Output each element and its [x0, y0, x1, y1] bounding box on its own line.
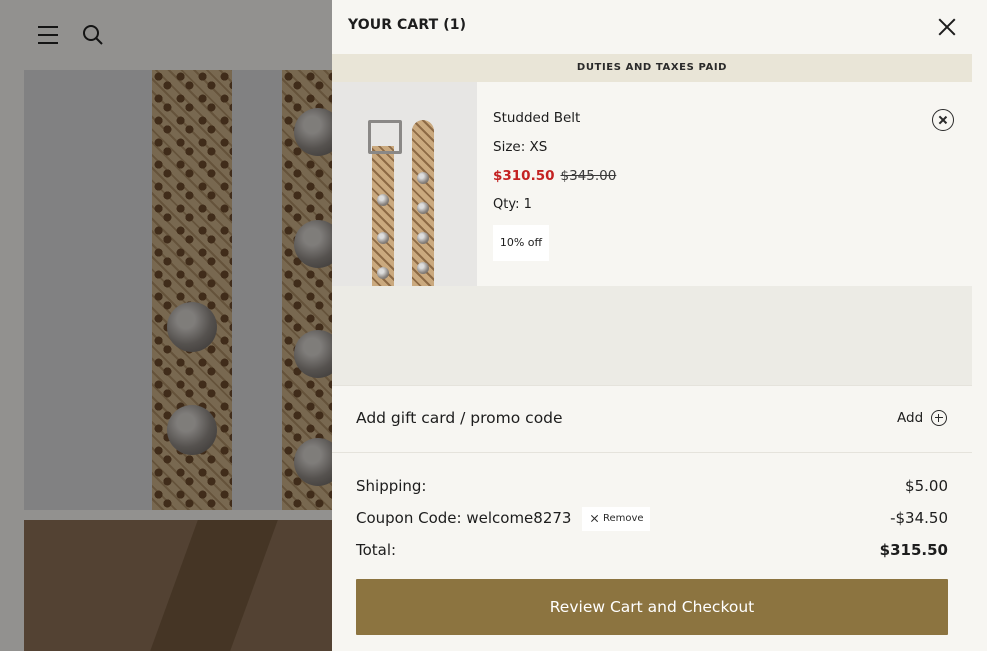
cart-drawer: YOUR CART (1) DUTIES AND TAXES PAID Stud… [332, 0, 987, 651]
cart-spacer [332, 286, 972, 385]
remove-item-icon[interactable] [932, 109, 954, 131]
promo-code-row[interactable]: Add gift card / promo code Add [332, 385, 972, 453]
cart-item-size: Size: XS [493, 139, 548, 155]
promo-add-button[interactable]: Add [897, 410, 923, 426]
cart-item-name[interactable]: Studded Belt [493, 110, 580, 126]
discount-badge: 10% off [493, 225, 549, 261]
coupon-value: -$34.50 [890, 509, 948, 527]
duties-banner: DUTIES AND TAXES PAID [332, 54, 972, 82]
cart-item-image[interactable] [332, 82, 477, 286]
coupon-remove-label: Remove [603, 513, 644, 524]
total-value: $315.50 [879, 541, 948, 559]
cart-item-price: $310.50 $345.00 [493, 168, 616, 184]
promo-label: Add gift card / promo code [356, 409, 563, 427]
close-icon[interactable] [936, 16, 958, 38]
plus-circle-icon[interactable] [931, 410, 947, 426]
x-icon [590, 514, 599, 523]
coupon-label: Coupon Code: welcome8273 [356, 509, 572, 527]
shipping-label: Shipping: [356, 477, 427, 495]
cart-item: Studded Belt Size: XS $310.50 $345.00 Qty… [332, 82, 972, 286]
cart-title: YOUR CART (1) [348, 17, 467, 33]
shipping-value: $5.00 [905, 477, 948, 495]
total-label: Total: [356, 541, 397, 559]
coupon-remove-button[interactable]: Remove [582, 507, 650, 531]
sale-price: $310.50 [493, 168, 555, 184]
checkout-button[interactable]: Review Cart and Checkout [356, 579, 948, 635]
original-price: $345.00 [560, 168, 617, 184]
cart-item-qty: Qty: 1 [493, 197, 532, 212]
